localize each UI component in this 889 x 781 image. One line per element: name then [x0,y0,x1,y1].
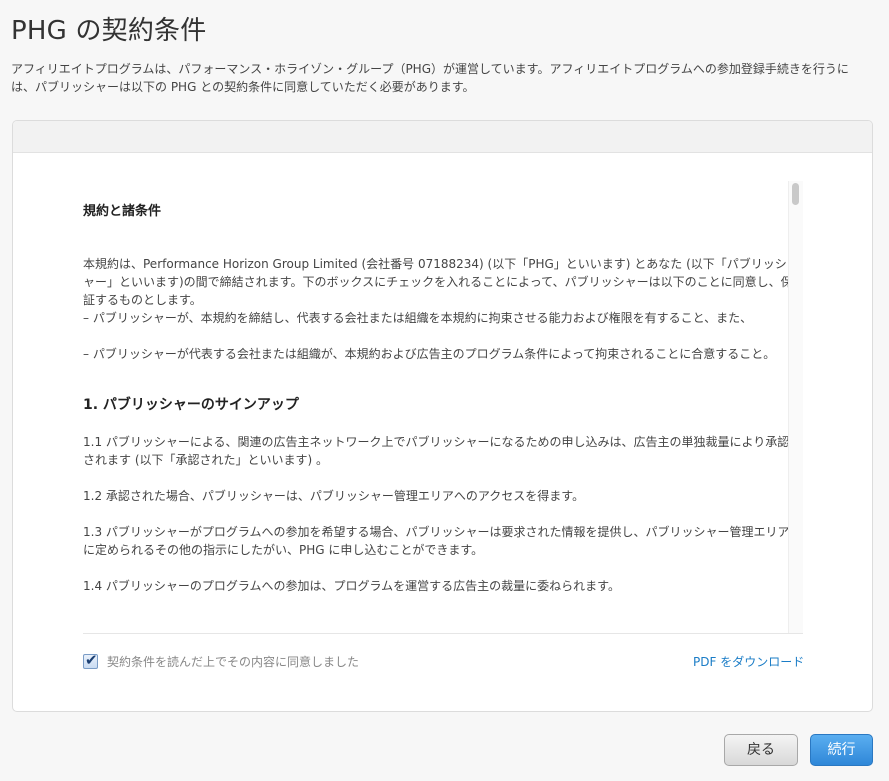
terms-scrollbar[interactable] [788,181,803,633]
terms-bullet-2: – パブリッシャーが代表する会社または組織が、本規約および広告主のプログラム条件… [83,347,776,361]
intro-text: アフィリエイトプログラムは、パフォーマンス・ホライゾン・グループ（PHG）が運営… [11,62,849,94]
section-title: 1. パブリッシャーのサインアップ [83,397,299,413]
agree-checkbox-label[interactable]: 契約条件を読んだ上でその内容に同意しました [107,653,359,670]
clause-1-2: 1.2 承認された場合、パブリッシャーは、パブリッシャー管理エリアへのアクセスを… [83,489,585,503]
checkmark-icon: ✔ [85,651,98,669]
continue-button[interactable]: 続行 [810,734,873,766]
clause-1-1: 1.1 パブリッシャーによる、関連の広告主ネットワーク上でパブリッシャーになるた… [83,435,790,467]
agree-row: ✔ 契約条件を読んだ上でその内容に同意しました [83,651,359,670]
back-button[interactable]: 戻る [724,734,798,766]
page-title: PHG の契約条件 [11,16,207,46]
terms-preamble: 本規約は、Performance Horizon Group Limited (… [83,257,793,307]
panel-header [13,121,872,153]
terms-bullet-1: – パブリッシャーが、本規約を締結し、代表する会社または組織を本規約に拘束させる… [83,311,753,325]
terms-scroll-area[interactable]: 規約と諸条件 本規約は、Performance Horizon Group Li… [83,181,793,633]
terms-panel: 規約と諸条件 本規約は、Performance Horizon Group Li… [12,120,873,712]
divider [83,633,803,634]
agree-checkbox[interactable]: ✔ [83,651,98,669]
scrollbar-thumb[interactable] [792,183,799,205]
clause-1-3: 1.3 パブリッシャーがプログラムへの参加を希望する場合、パブリッシャーは要求さ… [83,525,790,557]
terms-heading: 規約と諸条件 [83,204,162,219]
clause-1-4: 1.4 パブリッシャーのプログラムへの参加は、プログラムを運営する広告主の裁量に… [83,579,620,593]
pdf-download-link[interactable]: PDF をダウンロード [693,653,804,670]
